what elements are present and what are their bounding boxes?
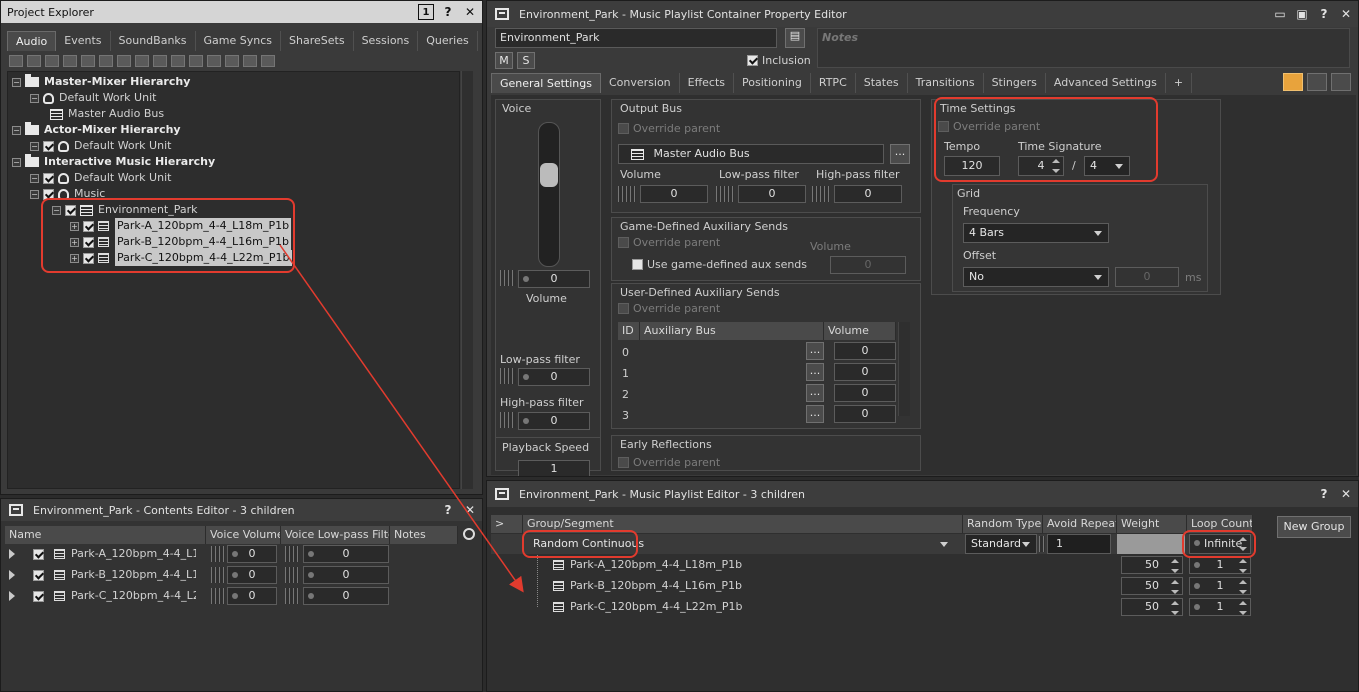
annotation-arrow [279, 244, 524, 593]
